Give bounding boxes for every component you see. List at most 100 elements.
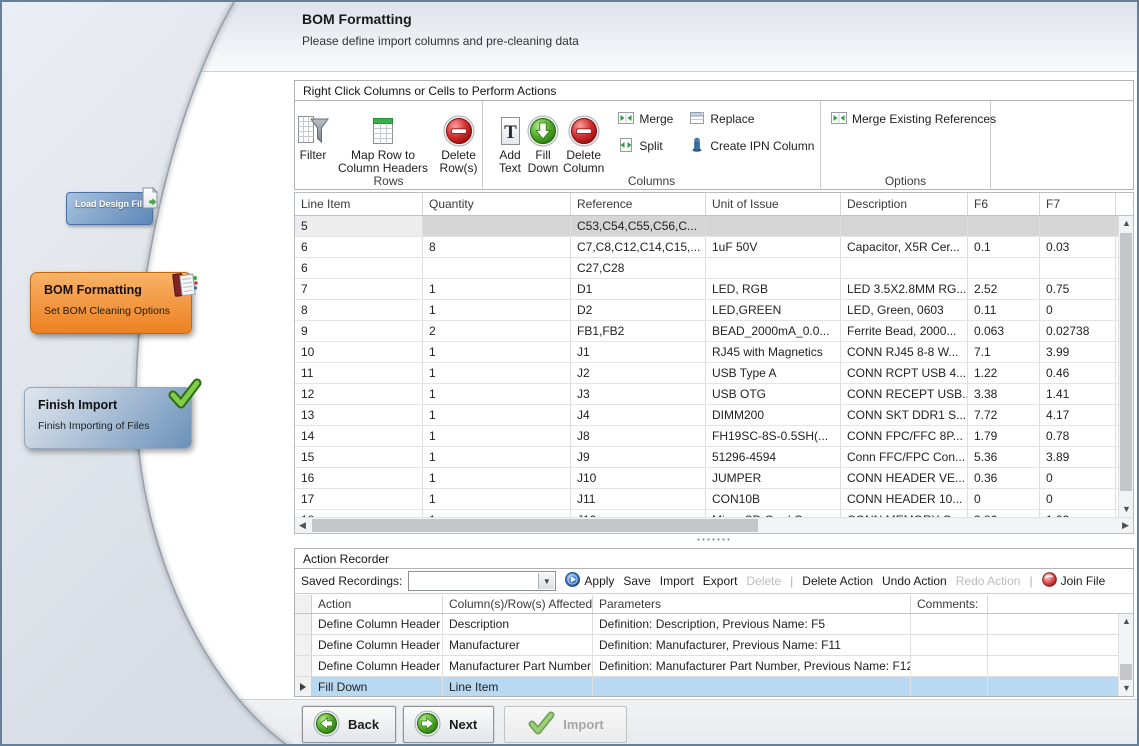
table-row[interactable]: 6 C27,C28: [295, 258, 1118, 279]
replace-button[interactable]: Replace: [689, 111, 814, 127]
table-cell[interactable]: 18: [295, 510, 423, 517]
table-cell[interactable]: 0.02738: [1040, 321, 1116, 341]
table-cell[interactable]: 6: [295, 258, 423, 278]
grid-column-header[interactable]: Parameters: [593, 595, 911, 613]
table-cell[interactable]: 1: [423, 342, 571, 362]
add-text-button[interactable]: T Add Text: [497, 107, 523, 175]
table-cell[interactable]: [968, 258, 1040, 278]
table-cell[interactable]: Conn FFC/FPC Con...: [841, 447, 968, 467]
wizard-step-finish-import[interactable]: Finish Import Finish Importing of Files: [24, 387, 192, 449]
table-cell[interactable]: 1.22: [968, 363, 1040, 383]
table-row[interactable]: 68C7,C8,C12,C14,C15,...1uF 50VCapacitor,…: [295, 237, 1118, 258]
table-cell[interactable]: 1: [423, 279, 571, 299]
table-cell[interactable]: 0.36: [968, 468, 1040, 488]
table-cell[interactable]: C27,C28: [571, 258, 706, 278]
table-row[interactable]: 171J11CON10BCONN HEADER 10...00: [295, 489, 1118, 510]
table-cell[interactable]: 5: [295, 216, 423, 236]
table-cell[interactable]: 0.11: [968, 300, 1040, 320]
grid-column-header[interactable]: Description: [841, 193, 968, 215]
table-cell[interactable]: 9: [295, 321, 423, 341]
table-cell[interactable]: Define Column Header: [312, 614, 443, 634]
table-cell[interactable]: D2: [571, 300, 706, 320]
vertical-scrollbar[interactable]: ▲ ▼: [1118, 216, 1133, 517]
table-cell[interactable]: 1: [423, 426, 571, 446]
table-cell[interactable]: Micro SD Card Con...: [706, 510, 841, 517]
table-cell[interactable]: 51296-4594: [706, 447, 841, 467]
table-cell[interactable]: C53,C54,C55,C56,C...: [571, 216, 706, 236]
table-cell[interactable]: 1: [423, 363, 571, 383]
table-cell[interactable]: JUMPER: [706, 468, 841, 488]
grid-column-header[interactable]: Reference: [571, 193, 706, 215]
table-cell[interactable]: 14: [295, 426, 423, 446]
table-cell[interactable]: [968, 216, 1040, 236]
table-cell[interactable]: 1: [423, 468, 571, 488]
table-cell[interactable]: CON10B: [706, 489, 841, 509]
table-cell[interactable]: [911, 635, 988, 655]
table-row[interactable]: Fill DownLine Item: [295, 677, 1118, 696]
table-cell[interactable]: 0: [1040, 300, 1116, 320]
table-row[interactable]: Define Column HeaderDescriptionDefinitio…: [295, 614, 1118, 635]
table-cell[interactable]: CONN HEADER VE...: [841, 468, 968, 488]
grid-column-header[interactable]: Line Item: [295, 193, 423, 215]
grid-column-header[interactable]: Unit of Issue: [706, 193, 841, 215]
merge-button[interactable]: Merge: [618, 111, 673, 127]
table-cell[interactable]: Capacitor, X5R Cer...: [841, 237, 968, 257]
table-row[interactable]: Define Column HeaderManufacturerDefiniti…: [295, 635, 1118, 656]
table-cell[interactable]: 0: [968, 489, 1040, 509]
table-cell[interactable]: 3.89: [1040, 447, 1116, 467]
grid-column-header[interactable]: Comments:: [911, 595, 988, 613]
table-cell[interactable]: 13: [295, 405, 423, 425]
table-cell[interactable]: [1040, 258, 1116, 278]
table-cell[interactable]: [911, 614, 988, 634]
table-cell[interactable]: CONN MEMORY C...: [841, 510, 968, 517]
table-cell[interactable]: C7,C8,C12,C14,C15,...: [571, 237, 706, 257]
table-cell[interactable]: Fill Down: [312, 677, 443, 696]
grid-column-header[interactable]: Column(s)/Row(s) Affected: [443, 595, 593, 613]
table-cell[interactable]: J4: [571, 405, 706, 425]
scrollbar-down-button[interactable]: ▼: [1119, 681, 1134, 696]
table-cell[interactable]: FB1,FB2: [571, 321, 706, 341]
scrollbar-right-button[interactable]: ▶: [1118, 518, 1133, 533]
table-cell[interactable]: 5.36: [968, 447, 1040, 467]
table-cell[interactable]: RJ45 with Magnetics: [706, 342, 841, 362]
table-cell[interactable]: 1: [423, 384, 571, 404]
split-button[interactable]: Split: [618, 138, 673, 154]
scrollbar-down-button[interactable]: ▼: [1119, 502, 1134, 517]
table-cell[interactable]: 1.41: [1040, 384, 1116, 404]
table-cell[interactable]: J12: [571, 510, 706, 517]
table-cell[interactable]: 15: [295, 447, 423, 467]
table-row[interactable]: 151J951296-4594Conn FFC/FPC Con...5.363.…: [295, 447, 1118, 468]
table-row[interactable]: 71D1LED, RGBLED 3.5X2.8MM RG...2.520.75: [295, 279, 1118, 300]
table-cell[interactable]: 1.79: [968, 426, 1040, 446]
table-cell[interactable]: LED,GREEN: [706, 300, 841, 320]
table-cell[interactable]: J9: [571, 447, 706, 467]
wizard-step-load-design-files[interactable]: Load Design Files: [66, 192, 153, 225]
undo-action-button[interactable]: Undo Action: [882, 574, 947, 588]
table-row[interactable]: 111J2USB Type ACONN RCPT USB 4...1.220.4…: [295, 363, 1118, 384]
table-cell[interactable]: LED, Green, 0603: [841, 300, 968, 320]
scrollbar-thumb[interactable]: [1120, 664, 1132, 680]
table-cell[interactable]: 16: [295, 468, 423, 488]
table-cell[interactable]: Manufacturer Part Number: [443, 656, 593, 676]
table-cell[interactable]: 10: [295, 342, 423, 362]
table-cell[interactable]: 1: [423, 447, 571, 467]
table-cell[interactable]: 4.17: [1040, 405, 1116, 425]
table-cell[interactable]: CONN HEADER 10...: [841, 489, 968, 509]
table-cell[interactable]: Definition: Manufacturer, Previous Name:…: [593, 635, 911, 655]
table-cell[interactable]: 8: [423, 237, 571, 257]
table-cell[interactable]: USB Type A: [706, 363, 841, 383]
table-cell[interactable]: Definition: Manufacturer Part Number, Pr…: [593, 656, 911, 676]
table-cell[interactable]: BEAD_2000mA_0.0...: [706, 321, 841, 341]
table-cell[interactable]: 8: [295, 300, 423, 320]
table-cell[interactable]: 17: [295, 489, 423, 509]
table-cell[interactable]: [911, 677, 988, 696]
table-cell[interactable]: 0: [1040, 468, 1116, 488]
table-cell[interactable]: [1040, 216, 1116, 236]
merge-existing-references-button[interactable]: Merge Existing References: [831, 111, 990, 127]
table-cell[interactable]: LED, RGB: [706, 279, 841, 299]
table-cell[interactable]: 1uF 50V: [706, 237, 841, 257]
table-row[interactable]: 131J4DIMM200CONN SKT DDR1 S...7.724.17: [295, 405, 1118, 426]
table-cell[interactable]: LED 3.5X2.8MM RG...: [841, 279, 968, 299]
apply-button[interactable]: Apply: [565, 572, 614, 590]
table-cell[interactable]: 1.92: [1040, 510, 1116, 517]
